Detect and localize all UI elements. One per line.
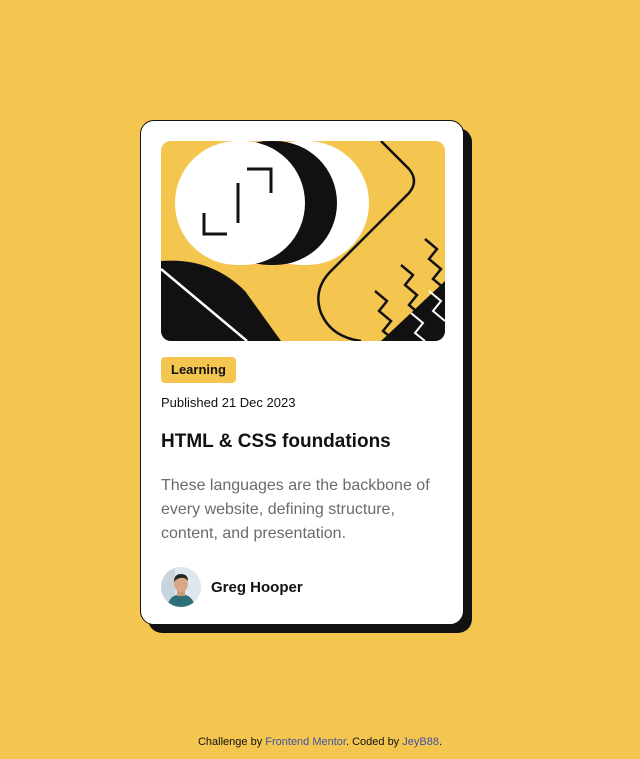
blog-preview-card: Learning Published 21 Dec 2023 HTML & CS…: [140, 120, 464, 625]
attribution-suffix: .: [438, 736, 443, 748]
attribution-prefix: Challenge by: [197, 736, 266, 748]
attribution: Challenge by Frontend Mentor. Coded by J…: [0, 736, 640, 748]
author: Greg Hooper: [161, 567, 303, 607]
avatar: [161, 567, 201, 607]
category-tag: Learning: [161, 357, 236, 383]
author-name: Greg Hooper: [211, 578, 303, 596]
frontend-mentor-link[interactable]: Frontend Mentor: [265, 736, 346, 748]
attribution-middle: . Coded by: [345, 736, 403, 748]
card-title[interactable]: HTML & CSS foundations: [161, 431, 391, 453]
page: Learning Published 21 Dec 2023 HTML & CS…: [0, 0, 640, 759]
card-illustration: [161, 141, 445, 341]
card-description: These languages are the backbone of ever…: [161, 477, 430, 542]
publish-date: Published 21 Dec 2023: [161, 395, 296, 410]
author-link[interactable]: JeyB88: [402, 736, 439, 748]
